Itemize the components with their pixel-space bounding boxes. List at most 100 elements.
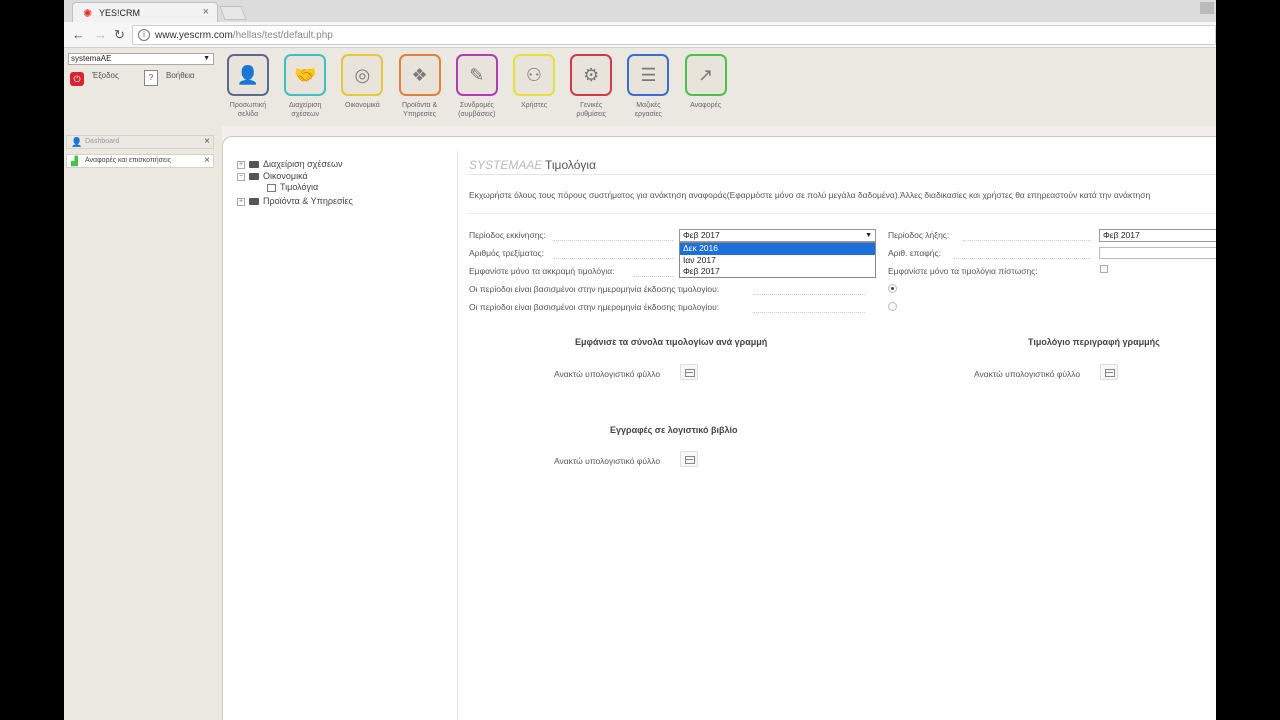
stack-icon-glyph: ☰ xyxy=(640,65,657,85)
user-icon: 👤 xyxy=(71,137,83,147)
page-title: Τιμολόγια xyxy=(545,158,597,172)
module-gears[interactable]: ⚙ Γενικές ρυθμίσεις xyxy=(569,54,613,119)
module-label: Συνδρομές (συμβάσεις) xyxy=(458,102,496,118)
person-icon-glyph: 👤 xyxy=(236,65,260,85)
spreadsheet-icon[interactable] xyxy=(680,364,698,380)
divider xyxy=(753,312,865,313)
sidebar: 👤 Dashboard × ▟ Αναφορές και επισκοπήσει… xyxy=(64,126,222,720)
period-issue-radio[interactable] xyxy=(888,302,897,311)
tab-close-icon[interactable]: × xyxy=(203,6,209,18)
current-number-label: Αριθμός τρεξίματος: xyxy=(469,248,545,258)
chevron-down-icon: ▼ xyxy=(865,232,872,239)
close-icon[interactable]: × xyxy=(204,136,210,148)
module-person[interactable]: 👤 Προσωπική σελίδα xyxy=(226,54,270,119)
dropbox-icon-glyph: ❖ xyxy=(411,65,428,85)
module-label: Διαχείριση σχέσεων xyxy=(288,102,322,118)
contact-number-label: Αριθ. επαφής: xyxy=(888,248,941,258)
help-link[interactable]: Βοήθεια xyxy=(166,71,195,80)
select-value: Φεβ 2017 xyxy=(1103,230,1140,240)
select-value: Φεβ 2017 xyxy=(683,230,720,240)
period-issue-radio[interactable] xyxy=(888,284,897,293)
browser-window: ✺ YES!CRM × ← → ↻ i www.yescrm.com/hella… xyxy=(64,0,1216,720)
close-icon[interactable]: × xyxy=(204,155,210,167)
handshake-icon-glyph: 🤝 xyxy=(293,65,317,85)
module-users[interactable]: ⚇ Χρήστες xyxy=(512,54,556,110)
divider xyxy=(457,151,458,720)
dropdown-option[interactable]: Ιαν 2017 xyxy=(680,255,875,267)
palette-icon: ✎ xyxy=(455,54,498,96)
divider xyxy=(633,276,673,277)
back-arrow-icon[interactable]: ← xyxy=(72,27,85,42)
end-period-select[interactable]: Φεβ 2017 xyxy=(1099,229,1216,242)
dropdown-option[interactable]: Φεβ 2017 xyxy=(680,266,875,278)
coins-icon: ◎ xyxy=(341,54,384,96)
show-extreme-label: Εμφανίστε μόνο τα ακκραμή τιμολόγια: xyxy=(469,266,615,276)
module-label: Χρήστες xyxy=(520,102,548,109)
help-icon[interactable]: ? xyxy=(144,70,158,86)
browser-tab[interactable]: ✺ YES!CRM × xyxy=(72,2,218,22)
folder-icon xyxy=(249,173,259,181)
period-issue-label: Οι περίοδοι είναι βασισμένοι στην ημερομ… xyxy=(469,302,720,312)
spreadsheet-icon[interactable] xyxy=(680,451,698,467)
person-icon: 👤 xyxy=(227,54,269,96)
tree-item-invoices[interactable]: Τιμολόγια xyxy=(267,182,318,192)
window-minimize-button[interactable] xyxy=(1200,2,1214,14)
folder-icon xyxy=(249,161,259,169)
divider xyxy=(467,213,1216,214)
module-label: Προϊόντα & Υπηρεσίες xyxy=(401,102,438,118)
coins-icon-glyph: ◎ xyxy=(354,65,371,85)
exit-link[interactable]: Έξοδος xyxy=(92,71,119,80)
module-stack[interactable]: ☰ Μαζικές εργασίες xyxy=(626,54,670,119)
chevron-down-icon: ▼ xyxy=(203,55,210,62)
url-text: www.yescrm.com/hellas/test/default.php xyxy=(155,30,333,41)
module-dropbox[interactable]: ❖ Προϊόντα & Υπηρεσίες xyxy=(398,54,442,119)
module-handshake[interactable]: 🤝 Διαχείριση σχέσεων xyxy=(283,54,327,119)
tree-item-label: Προϊόντα & Υπηρεσίες xyxy=(263,196,353,206)
expand-icon[interactable]: + xyxy=(237,160,245,169)
sidebar-tab-reports[interactable]: ▟ Αναφορές και επισκοπήσεις × xyxy=(66,154,214,168)
folder-icon xyxy=(249,198,259,206)
spreadsheet-icon[interactable] xyxy=(1100,364,1118,380)
app-header: systemaAE ▼ ⏻ Έξοδος ? Βοήθεια 👤 Προσωπική… xyxy=(64,48,1216,126)
tree-item-products[interactable]: + Προϊόντα & Υπηρεσίες xyxy=(237,196,353,206)
tree-item-finance[interactable]: − Οικονομικά xyxy=(237,171,308,181)
divider xyxy=(753,294,865,295)
period-issue-label: Οι περίοδοι είναι βασισμένοι στην ημερομ… xyxy=(469,284,720,294)
show-credit-checkbox[interactable] xyxy=(1100,265,1108,273)
module-coins[interactable]: ◎ Οικονομικά xyxy=(340,54,384,110)
module-label: Οικονομικά xyxy=(345,102,380,109)
info-icon[interactable]: i xyxy=(138,29,150,41)
users-icon: ⚇ xyxy=(513,54,555,96)
user-select[interactable]: systemaAE ▼ xyxy=(68,53,214,65)
palette-icon-glyph: ✎ xyxy=(469,65,485,85)
new-tab-button[interactable] xyxy=(219,6,247,20)
tree-item-relations[interactable]: + Διαχείριση σχέσεων xyxy=(237,159,343,169)
module-label: Αναφορές xyxy=(690,102,722,109)
tab-title: YES!CRM xyxy=(99,8,141,18)
dropdown-option[interactable]: Δεκ 2016 xyxy=(680,243,875,255)
sidebar-tab-label: Dashboard xyxy=(85,138,120,145)
show-credit-label: Εμφανίστε μόνο τα τιμολόγια πίστωσης: xyxy=(888,266,1038,276)
module-label: Γενικές ρυθμίσεις xyxy=(576,102,607,118)
page-description: Εκχωρήστε όλους τους πόρους συστήματος γ… xyxy=(469,190,1151,200)
collapse-icon[interactable]: − xyxy=(237,172,245,181)
contact-number-input[interactable] xyxy=(1099,247,1216,259)
ledger-section-title: Εγγραφές σε λογιστικό βιβλίο xyxy=(610,425,738,435)
gears-icon: ⚙ xyxy=(570,54,613,96)
chart-icon: ↗ xyxy=(684,54,727,96)
address-bar[interactable]: i www.yescrm.com/hellas/test/default.php xyxy=(132,25,1216,45)
start-period-dropdown[interactable]: Δεκ 2016 Ιαν 2017 Φεβ 2017 xyxy=(679,242,876,278)
tree-item-label: Διαχείριση σχέσεων xyxy=(263,159,343,169)
sidebar-tab-dashboard[interactable]: 👤 Dashboard × xyxy=(66,135,214,149)
divider xyxy=(553,258,673,259)
start-period-select[interactable]: Φεβ 2017 ▼ xyxy=(679,229,876,242)
expand-icon[interactable]: + xyxy=(237,197,245,206)
reload-icon[interactable]: ↻ xyxy=(114,27,125,43)
browser-toolbar: ← → ↻ i www.yescrm.com/hellas/test/defau… xyxy=(64,22,1216,48)
forward-arrow-icon[interactable]: → xyxy=(94,27,107,42)
module-palette[interactable]: ✎ Συνδρομές (συμβάσεις) xyxy=(455,54,499,119)
module-chart[interactable]: ↗ Αναφορές xyxy=(684,54,728,110)
sheet-label: Ανακτώ υπολογιστικό φύλλο xyxy=(554,369,661,379)
main-content: + Διαχείριση σχέσεων − Οικονομικά Τιμολόγι… xyxy=(222,136,1216,720)
exit-icon[interactable]: ⏻ xyxy=(70,72,84,86)
